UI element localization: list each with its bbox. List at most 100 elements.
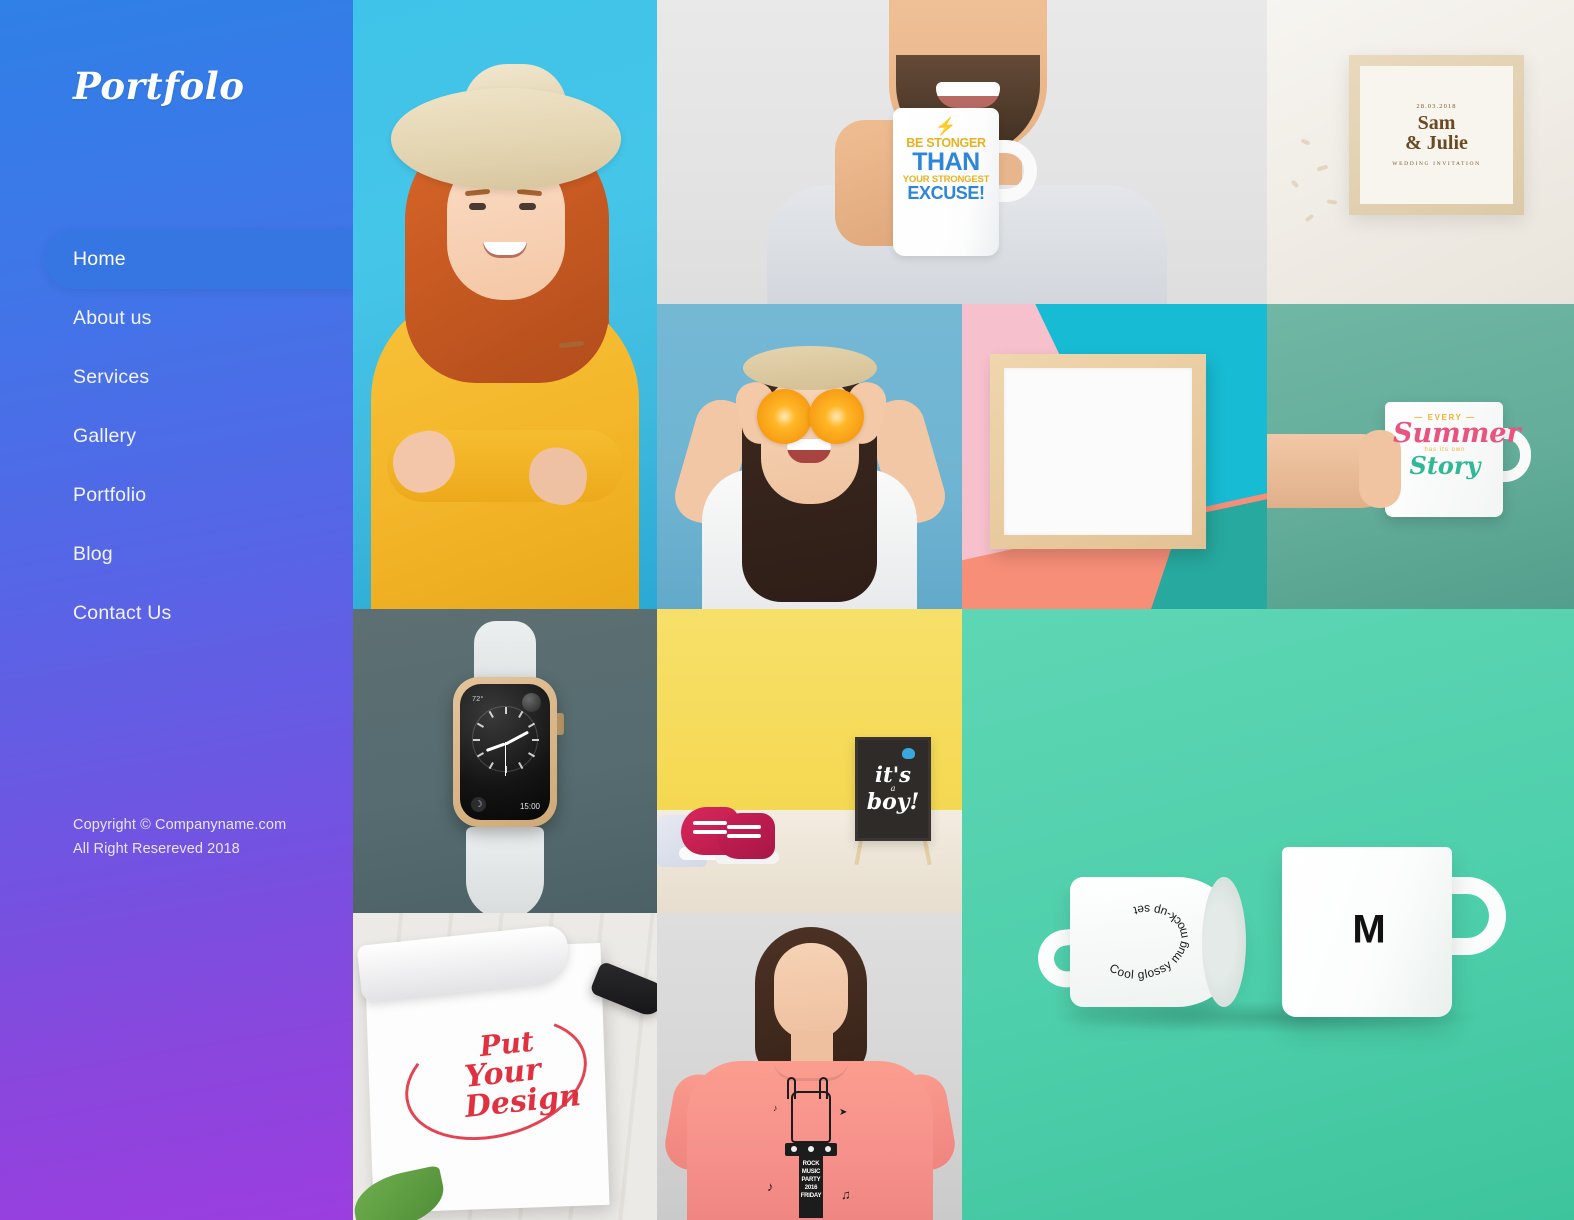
- music-note-icon: ♫: [841, 1187, 851, 1202]
- sensor-icon: [522, 693, 541, 712]
- copyright-line: Copyright © Companyname.com: [73, 817, 287, 833]
- mug-line-4: EXCUSE!: [907, 183, 985, 203]
- stud: [808, 1146, 814, 1152]
- dial-tick: [476, 722, 484, 728]
- confetti-piece: [1300, 138, 1311, 146]
- lightning-bolt-icon: ⚡: [935, 117, 957, 136]
- mug-circular-text: Cool glossy mug mock-up set: [1092, 892, 1199, 990]
- chalkboard-sign: it's a boy!: [855, 737, 931, 841]
- invitation-card: 28.03.2018 Sam & Julie WEDDING INVITATIO…: [1360, 66, 1513, 204]
- nav-label: Contact Us: [73, 602, 172, 624]
- svg-text:Cool glossy mug mock-up set: Cool glossy mug mock-up set: [1092, 892, 1199, 990]
- time-readout: 15:00: [519, 802, 540, 811]
- mug-monogram: M: [1352, 907, 1386, 952]
- wooden-picture-frame: [990, 354, 1206, 549]
- gallery-grid: ⚡ BE STONGER THAN YOUR STRONGEST EXCUSE!…: [353, 0, 1574, 1220]
- portfolio-page: Portfolo Home About us Services Gallery …: [0, 0, 1574, 1220]
- nav-item-portfolio[interactable]: Portfolio: [0, 466, 353, 525]
- print-text-bar: ROCK MUSIC PARTY 2016 FRIDAY: [799, 1156, 823, 1218]
- stud: [791, 1146, 797, 1152]
- dial-tick: [488, 710, 494, 718]
- mug-line-4: Story: [1409, 451, 1481, 481]
- dial-tick: [488, 762, 494, 770]
- gallery-item-man-with-mug[interactable]: ⚡ BE STONGER THAN YOUR STRONGEST EXCUSE!: [657, 0, 1267, 304]
- dial-tick: [505, 707, 507, 714]
- teeth: [936, 82, 1000, 96]
- dial-tick: [532, 739, 539, 741]
- dial-tick: [518, 762, 524, 770]
- pacifier-icon: [902, 748, 915, 759]
- stud: [825, 1146, 831, 1152]
- sign-text: it's a boy!: [858, 740, 928, 838]
- face: [774, 943, 848, 1039]
- main-navigation: Home About us Services Gallery Portfolio…: [0, 230, 353, 643]
- print-line-4: 2016: [804, 1185, 818, 1192]
- hand-lettering: Put Your Design: [411, 1021, 609, 1128]
- gallery-item-glossy-mugs[interactable]: Cool glossy mug mock-up set M: [962, 609, 1574, 1220]
- shoe-lace: [693, 830, 727, 834]
- confetti-piece: [1290, 179, 1300, 189]
- dial-tick: [518, 710, 524, 718]
- orange-slice-left: [757, 389, 812, 444]
- sign-line-1: it's: [875, 761, 911, 787]
- dial-tick: [476, 752, 484, 758]
- site-logo[interactable]: Portfolo: [73, 64, 244, 108]
- gallery-item-orange-eyes-woman[interactable]: [657, 304, 962, 609]
- lightning-icon: ➤: [839, 1107, 848, 1118]
- print-line-5: FRIDAY: [800, 1193, 822, 1200]
- mug-print-text: ⚡ BE STONGER THAN YOUR STRONGEST EXCUSE!: [901, 118, 991, 202]
- wedding-names: Sam & Julie: [1405, 113, 1468, 154]
- nav-item-home[interactable]: Home: [45, 230, 353, 289]
- print-line-3: PARTY: [801, 1177, 821, 1184]
- gallery-item-redhead-woman[interactable]: [353, 0, 657, 609]
- mug-print-text: — EVERY — Summer has its own Story: [1393, 413, 1521, 481]
- frame-blank-canvas: [1004, 368, 1192, 535]
- wooden-frame: 28.03.2018 Sam & Julie WEDDING INVITATIO…: [1349, 55, 1524, 215]
- shirt-collar: [773, 1059, 849, 1081]
- invitation-subtitle: WEDDING INVITATION: [1392, 161, 1481, 168]
- mug-line-2: Summer: [1393, 418, 1521, 450]
- standing-mug-handle: [1444, 877, 1506, 955]
- confetti-piece: [1326, 199, 1338, 205]
- music-note-icon: ♪: [767, 1179, 774, 1194]
- nav-item-services[interactable]: Services: [0, 348, 353, 407]
- nav-item-contact-us[interactable]: Contact Us: [0, 584, 353, 643]
- copyright-footer: Copyright © Companyname.com All Right Re…: [73, 813, 286, 861]
- nav-label: Portfolio: [73, 484, 147, 506]
- dial-tick: [528, 722, 536, 728]
- gallery-item-rock-music-tee[interactable]: ROCK MUSIC PARTY 2016 FRIDAY ♪ ♫ ♪ ➤: [657, 913, 962, 1220]
- print-line-2: MUSIC: [801, 1169, 821, 1176]
- temperature-readout: 72°: [472, 694, 484, 703]
- rights-line: All Right Resereved 2018: [73, 841, 240, 857]
- moon-icon: ☽: [471, 797, 486, 812]
- cuff-studs: [791, 1146, 831, 1153]
- sign-line-3: boy!: [866, 789, 920, 816]
- watch-screen: 72° ☽ 15:00: [460, 684, 550, 820]
- confetti-piece: [1304, 213, 1315, 223]
- shoe-lace: [727, 834, 761, 838]
- shoe-lace: [727, 825, 761, 829]
- gallery-item-put-your-design[interactable]: Put Your Design: [353, 913, 657, 1220]
- watch-case: 72° ☽ 15:00: [453, 677, 557, 827]
- nav-label: Gallery: [73, 425, 137, 447]
- smiling-mouth: [936, 82, 1000, 108]
- gallery-item-baby-shoes[interactable]: it's a boy!: [657, 609, 962, 913]
- name-line-2: & Julie: [1405, 131, 1468, 154]
- nav-label: Blog: [73, 543, 113, 565]
- watch-strap-bottom: [466, 827, 544, 913]
- open-mouth: [787, 439, 831, 463]
- nav-label: About us: [73, 307, 152, 329]
- nav-item-about-us[interactable]: About us: [0, 289, 353, 348]
- gallery-item-wedding-invitation[interactable]: 28.03.2018 Sam & Julie WEDDING INVITATIO…: [1267, 0, 1574, 304]
- shoe-lace: [693, 821, 727, 825]
- print-line-1: ROCK: [802, 1161, 820, 1167]
- eye-left: [469, 203, 486, 210]
- nav-item-gallery[interactable]: Gallery: [0, 407, 353, 466]
- gallery-item-smart-watch[interactable]: 72° ☽ 15:00: [353, 609, 657, 913]
- dial-tick: [473, 739, 480, 741]
- lying-mug-rim: [1202, 877, 1246, 1007]
- eye-right: [519, 203, 536, 210]
- gallery-item-summer-story-mug[interactable]: — EVERY — Summer has its own Story: [1267, 304, 1574, 609]
- nav-item-blog[interactable]: Blog: [0, 525, 353, 584]
- gallery-item-empty-photo-frame[interactable]: [962, 304, 1267, 609]
